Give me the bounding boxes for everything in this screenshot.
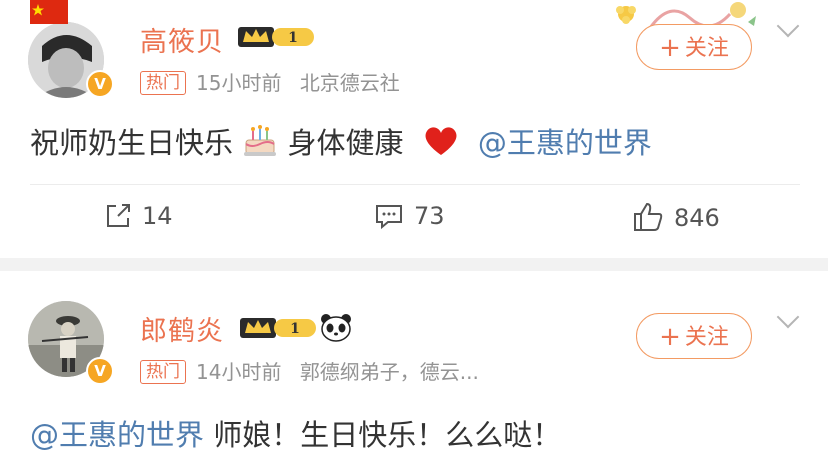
post-time: 15小时前	[196, 71, 282, 95]
weibo-post-2: V 郎鹤炎 1 热门 14小时前 郭德纲弟子，德云... + 关注 @王惠的世界 师…	[0, 271, 828, 474]
comment-icon	[376, 205, 402, 230]
post-source: 郭德纲弟子，德云...	[299, 360, 479, 384]
post-text: 祝师奶生日快乐	[30, 126, 234, 160]
post-time: 14小时前	[196, 360, 282, 384]
like-count: 846	[674, 204, 720, 232]
verified-v-icon: V	[86, 70, 114, 98]
like-icon	[634, 202, 663, 231]
heart-emoji	[425, 127, 457, 155]
post-meta: 热门 15小时前 北京德云社	[140, 67, 400, 96]
hot-badge: 热门	[140, 71, 186, 95]
repost-button[interactable]: 14	[104, 202, 173, 238]
post-content: @王惠的世界 师娘！生日快乐！么么哒！	[30, 412, 561, 454]
post-source: 北京德云社	[299, 71, 400, 95]
chevron-down-icon[interactable]	[776, 305, 800, 329]
vip-level: 1	[290, 321, 300, 337]
cake-emoji	[244, 125, 277, 156]
verified-v-icon: V	[86, 357, 114, 385]
comment-button[interactable]: 73	[374, 202, 445, 238]
follow-button[interactable]: + 关注	[636, 24, 752, 70]
hot-badge: 热门	[140, 360, 186, 384]
comment-count: 73	[414, 202, 445, 230]
chevron-down-icon[interactable]	[776, 14, 800, 38]
mention-link[interactable]: @王惠的世界	[30, 418, 204, 452]
follow-label: 关注	[684, 36, 729, 61]
flag-icon	[30, 0, 68, 24]
post-separator	[0, 258, 828, 271]
vip-crown-icon: 1	[238, 27, 314, 47]
mention-link[interactable]: @王惠的世界	[478, 126, 652, 160]
author-name[interactable]: 郎鹤炎	[140, 309, 224, 348]
vip-crown-icon: 1	[240, 318, 316, 338]
follow-label: 关注	[684, 325, 729, 350]
panda-emoji	[321, 314, 351, 342]
plus-icon: +	[659, 322, 681, 352]
post-text-2: 身体健康	[287, 126, 404, 160]
vip-level: 1	[288, 30, 298, 46]
repost-icon	[107, 204, 130, 227]
plus-icon: +	[659, 33, 681, 63]
follow-button[interactable]: + 关注	[636, 313, 752, 359]
repost-count: 14	[142, 202, 173, 230]
author-name[interactable]: 高筱贝	[140, 20, 224, 59]
post-content: 祝师奶生日快乐 身体健康 @王惠的世界	[30, 120, 652, 162]
post-meta: 热门 14小时前 郭德纲弟子，德云...	[140, 356, 479, 385]
divider	[30, 184, 800, 185]
like-button[interactable]: 846	[632, 202, 720, 238]
post-text: 师娘！生日快乐！么么哒！	[213, 418, 562, 452]
weibo-post-1: V 高筱贝 1 热门 15小时前 北京德云社 + 关注 祝师奶生日快乐 身体健康 @…	[0, 0, 828, 258]
